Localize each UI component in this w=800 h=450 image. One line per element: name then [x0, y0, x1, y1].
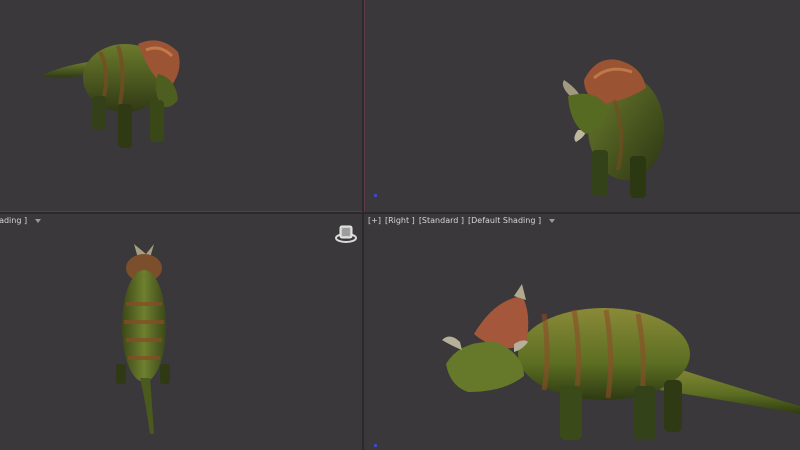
viewport-top-right[interactable]: [364, 0, 800, 212]
viewport-view-label[interactable]: [Right ]: [385, 216, 415, 225]
viewport-label-bottom-right[interactable]: [+] [Right ] [Standard ] [Default Shading ]: [368, 216, 556, 226]
viewport-render-label[interactable]: [Standard ]: [419, 216, 464, 225]
viewport-divider-horizontal[interactable]: [0, 212, 800, 214]
filter-icon[interactable]: [35, 218, 42, 223]
dinosaur-top-model: [116, 244, 170, 434]
grid-axis-line-vertical: [364, 0, 365, 212]
dinosaur-perspective-model: [40, 40, 180, 148]
axis-marker: [374, 444, 377, 447]
viewcube-icon[interactable]: [334, 222, 358, 246]
viewport-shading-label[interactable]: hading ]: [0, 216, 27, 225]
dinosaur-side-model: [442, 284, 800, 440]
dinosaur-front-model: [562, 59, 664, 198]
grid-axis-line-horizontal: [0, 211, 362, 212]
viewport-bottom-right[interactable]: [364, 214, 800, 450]
viewport-top-left[interactable]: [0, 0, 362, 212]
viewport-shading-label[interactable]: [Default Shading ]: [468, 216, 541, 225]
viewport-layout: hading ] [+] [Right ] [Standard ] [Default …: [0, 0, 800, 450]
viewport-plus-menu[interactable]: [+]: [368, 216, 381, 225]
axis-marker: [374, 194, 377, 197]
filter-icon[interactable]: [549, 218, 556, 223]
viewport-label-bottom-left[interactable]: hading ]: [0, 216, 42, 226]
viewport-bottom-left[interactable]: [0, 214, 362, 450]
